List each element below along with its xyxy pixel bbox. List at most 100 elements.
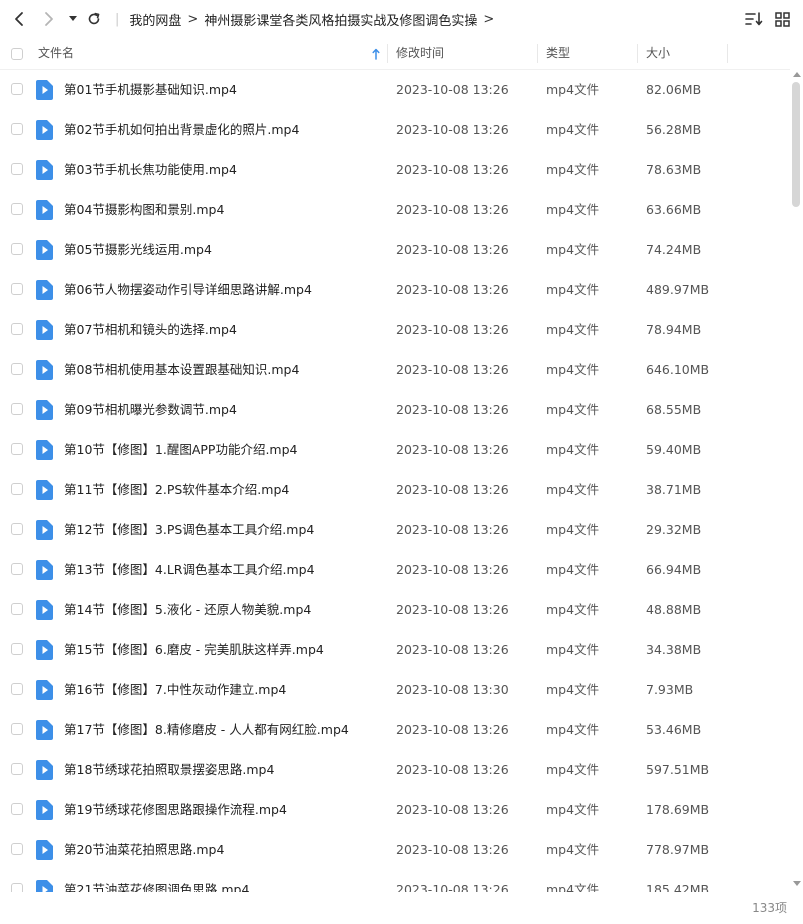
file-name[interactable]: 第06节人物摆姿动作引导详细思路讲解.mp4: [64, 270, 312, 310]
scroll-up-arrow-icon[interactable]: [793, 72, 801, 77]
row-checkbox[interactable]: [11, 323, 23, 335]
sort-icon[interactable]: [743, 0, 765, 38]
file-name[interactable]: 第21节油菜花修图调色思路.mp4: [64, 870, 249, 892]
row-checkbox[interactable]: [11, 843, 23, 855]
table-row[interactable]: 第02节手机如何拍出背景虚化的照片.mp4 2023-10-08 13:26 mp4…: [0, 110, 790, 150]
table-row[interactable]: 第19节绣球花修图思路跟操作流程.mp4 2023-10-08 13:26 mp4文…: [0, 790, 790, 830]
file-name[interactable]: 第04节摄影构图和景别.mp4: [64, 190, 224, 230]
row-checkbox[interactable]: [11, 243, 23, 255]
forward-arrow-icon[interactable]: [38, 0, 60, 38]
table-row[interactable]: 第21节油菜花修图调色思路.mp4 2023-10-08 13:26 mp4文件 18…: [0, 870, 790, 892]
row-checkbox[interactable]: [11, 443, 23, 455]
file-name[interactable]: 第05节摄影光线运用.mp4: [64, 230, 212, 270]
row-checkbox[interactable]: [11, 763, 23, 775]
file-modified-time: 2023-10-08 13:26: [396, 522, 509, 537]
select-all-checkbox[interactable]: [11, 48, 23, 60]
column-name[interactable]: 文件名: [38, 38, 74, 69]
breadcrumb: | 我的网盘 > 神州摄影课堂各类风格拍摄实战及修图调色实操 >: [115, 0, 500, 38]
column-divider[interactable]: [727, 44, 728, 63]
file-name[interactable]: 第11节【修图】2.PS软件基本介绍.mp4: [64, 470, 289, 510]
grid-view-icon[interactable]: [771, 0, 793, 38]
table-row[interactable]: 第14节【修图】5.液化 - 还原人物美貌.mp4 2023-10-08 13:2…: [0, 590, 790, 630]
video-file-icon: [36, 600, 53, 620]
column-divider[interactable]: [637, 44, 638, 63]
file-name[interactable]: 第09节相机曝光参数调节.mp4: [64, 390, 237, 430]
file-name[interactable]: 第12节【修图】3.PS调色基本工具介绍.mp4: [64, 510, 314, 550]
file-modified-time: 2023-10-08 13:26: [396, 282, 509, 297]
table-row[interactable]: 第07节相机和镜头的选择.mp4 2023-10-08 13:26 mp4文件 78.…: [0, 310, 790, 350]
scroll-down-arrow-icon[interactable]: [793, 881, 801, 886]
table-row[interactable]: 第10节【修图】1.醒图APP功能介绍.mp4 2023-10-08 13:26 m…: [0, 430, 790, 470]
file-size: 178.69MB: [646, 802, 710, 817]
row-checkbox[interactable]: [11, 523, 23, 535]
row-checkbox[interactable]: [11, 563, 23, 575]
video-file-icon: [36, 200, 53, 220]
file-name[interactable]: 第07节相机和镜头的选择.mp4: [64, 310, 237, 350]
table-row[interactable]: 第01节手机摄影基础知识.mp4 2023-10-08 13:26 mp4文件 82.…: [0, 70, 790, 110]
file-modified-time: 2023-10-08 13:26: [396, 402, 509, 417]
table-row[interactable]: 第12节【修图】3.PS调色基本工具介绍.mp4 2023-10-08 13:26…: [0, 510, 790, 550]
table-row[interactable]: 第13节【修图】4.LR调色基本工具介绍.mp4 2023-10-08 13:26…: [0, 550, 790, 590]
table-row[interactable]: 第05节摄影光线运用.mp4 2023-10-08 13:26 mp4文件 74.24…: [0, 230, 790, 270]
breadcrumb-item-root[interactable]: 我的网盘: [129, 10, 181, 29]
column-size[interactable]: 大小: [646, 38, 670, 69]
file-name[interactable]: 第16节【修图】7.中性灰动作建立.mp4: [64, 670, 286, 710]
table-row[interactable]: 第04节摄影构图和景别.mp4 2023-10-08 13:26 mp4文件 63.6…: [0, 190, 790, 230]
history-dropdown-icon[interactable]: [66, 0, 80, 38]
file-name[interactable]: 第18节绣球花拍照取景摆姿思路.mp4: [64, 750, 274, 790]
file-modified-time: 2023-10-08 13:30: [396, 682, 509, 697]
row-checkbox[interactable]: [11, 483, 23, 495]
file-name[interactable]: 第20节油菜花拍照思路.mp4: [64, 830, 224, 870]
row-checkbox[interactable]: [11, 683, 23, 695]
row-checkbox[interactable]: [11, 283, 23, 295]
file-name[interactable]: 第15节【修图】6.磨皮 - 完美肌肤这样弄.mp4: [64, 630, 324, 670]
row-checkbox[interactable]: [11, 723, 23, 735]
row-checkbox[interactable]: [11, 603, 23, 615]
row-checkbox[interactable]: [11, 203, 23, 215]
row-checkbox[interactable]: [11, 163, 23, 175]
column-modified[interactable]: 修改时间: [396, 38, 444, 69]
table-row[interactable]: 第03节手机长焦功能使用.mp4 2023-10-08 13:26 mp4文件 78.…: [0, 150, 790, 190]
table-row[interactable]: 第16节【修图】7.中性灰动作建立.mp4 2023-10-08 13:30 mp4…: [0, 670, 790, 710]
file-size: 185.42MB: [646, 882, 710, 892]
row-checkbox[interactable]: [11, 883, 23, 892]
row-checkbox[interactable]: [11, 403, 23, 415]
toolbar: | 我的网盘 > 神州摄影课堂各类风格拍摄实战及修图调色实操 >: [0, 0, 803, 38]
file-name[interactable]: 第17节【修图】8.精修磨皮 - 人人都有网红脸.mp4: [64, 710, 349, 750]
row-checkbox[interactable]: [11, 83, 23, 95]
file-name[interactable]: 第13节【修图】4.LR调色基本工具介绍.mp4: [64, 550, 315, 590]
file-modified-time: 2023-10-08 13:26: [396, 162, 509, 177]
table-row[interactable]: 第06节人物摆姿动作引导详细思路讲解.mp4 2023-10-08 13:26 mp…: [0, 270, 790, 310]
row-checkbox[interactable]: [11, 363, 23, 375]
file-name[interactable]: 第03节手机长焦功能使用.mp4: [64, 150, 237, 190]
table-row[interactable]: 第11节【修图】2.PS软件基本介绍.mp4 2023-10-08 13:26 mp…: [0, 470, 790, 510]
row-checkbox[interactable]: [11, 643, 23, 655]
refresh-icon[interactable]: [85, 0, 103, 38]
row-checkbox[interactable]: [11, 803, 23, 815]
file-modified-time: 2023-10-08 13:26: [396, 602, 509, 617]
file-name[interactable]: 第01节手机摄影基础知识.mp4: [64, 70, 237, 110]
sort-ascending-arrow-icon[interactable]: [372, 38, 380, 69]
file-name[interactable]: 第19节绣球花修图思路跟操作流程.mp4: [64, 790, 287, 830]
breadcrumb-separator[interactable]: >: [483, 12, 494, 27]
file-name[interactable]: 第10节【修图】1.醒图APP功能介绍.mp4: [64, 430, 298, 470]
back-arrow-icon[interactable]: [8, 0, 30, 38]
column-divider[interactable]: [387, 44, 388, 63]
table-row[interactable]: 第08节相机使用基本设置跟基础知识.mp4 2023-10-08 13:26 mp4…: [0, 350, 790, 390]
table-row[interactable]: 第20节油菜花拍照思路.mp4 2023-10-08 13:26 mp4文件 778.…: [0, 830, 790, 870]
table-row[interactable]: 第17节【修图】8.精修磨皮 - 人人都有网红脸.mp4 2023-10-08 1…: [0, 710, 790, 750]
table-row[interactable]: 第15节【修图】6.磨皮 - 完美肌肤这样弄.mp4 2023-10-08 13:…: [0, 630, 790, 670]
column-divider[interactable]: [537, 44, 538, 63]
file-size: 38.71MB: [646, 482, 702, 497]
breadcrumb-item-current[interactable]: 神州摄影课堂各类风格拍摄实战及修图调色实操: [204, 10, 477, 29]
file-name[interactable]: 第08节相机使用基本设置跟基础知识.mp4: [64, 350, 299, 390]
table-row[interactable]: 第18节绣球花拍照取景摆姿思路.mp4 2023-10-08 13:26 mp4文件…: [0, 750, 790, 790]
file-name[interactable]: 第14节【修图】5.液化 - 还原人物美貌.mp4: [64, 590, 311, 630]
vertical-scrollbar[interactable]: [790, 70, 803, 892]
table-row[interactable]: 第09节相机曝光参数调节.mp4 2023-10-08 13:26 mp4文件 68.…: [0, 390, 790, 430]
column-type[interactable]: 类型: [546, 38, 570, 69]
scrollbar-thumb[interactable]: [792, 82, 800, 207]
file-name[interactable]: 第02节手机如何拍出背景虚化的照片.mp4: [64, 110, 299, 150]
row-checkbox[interactable]: [11, 123, 23, 135]
breadcrumb-divider: |: [115, 11, 120, 27]
